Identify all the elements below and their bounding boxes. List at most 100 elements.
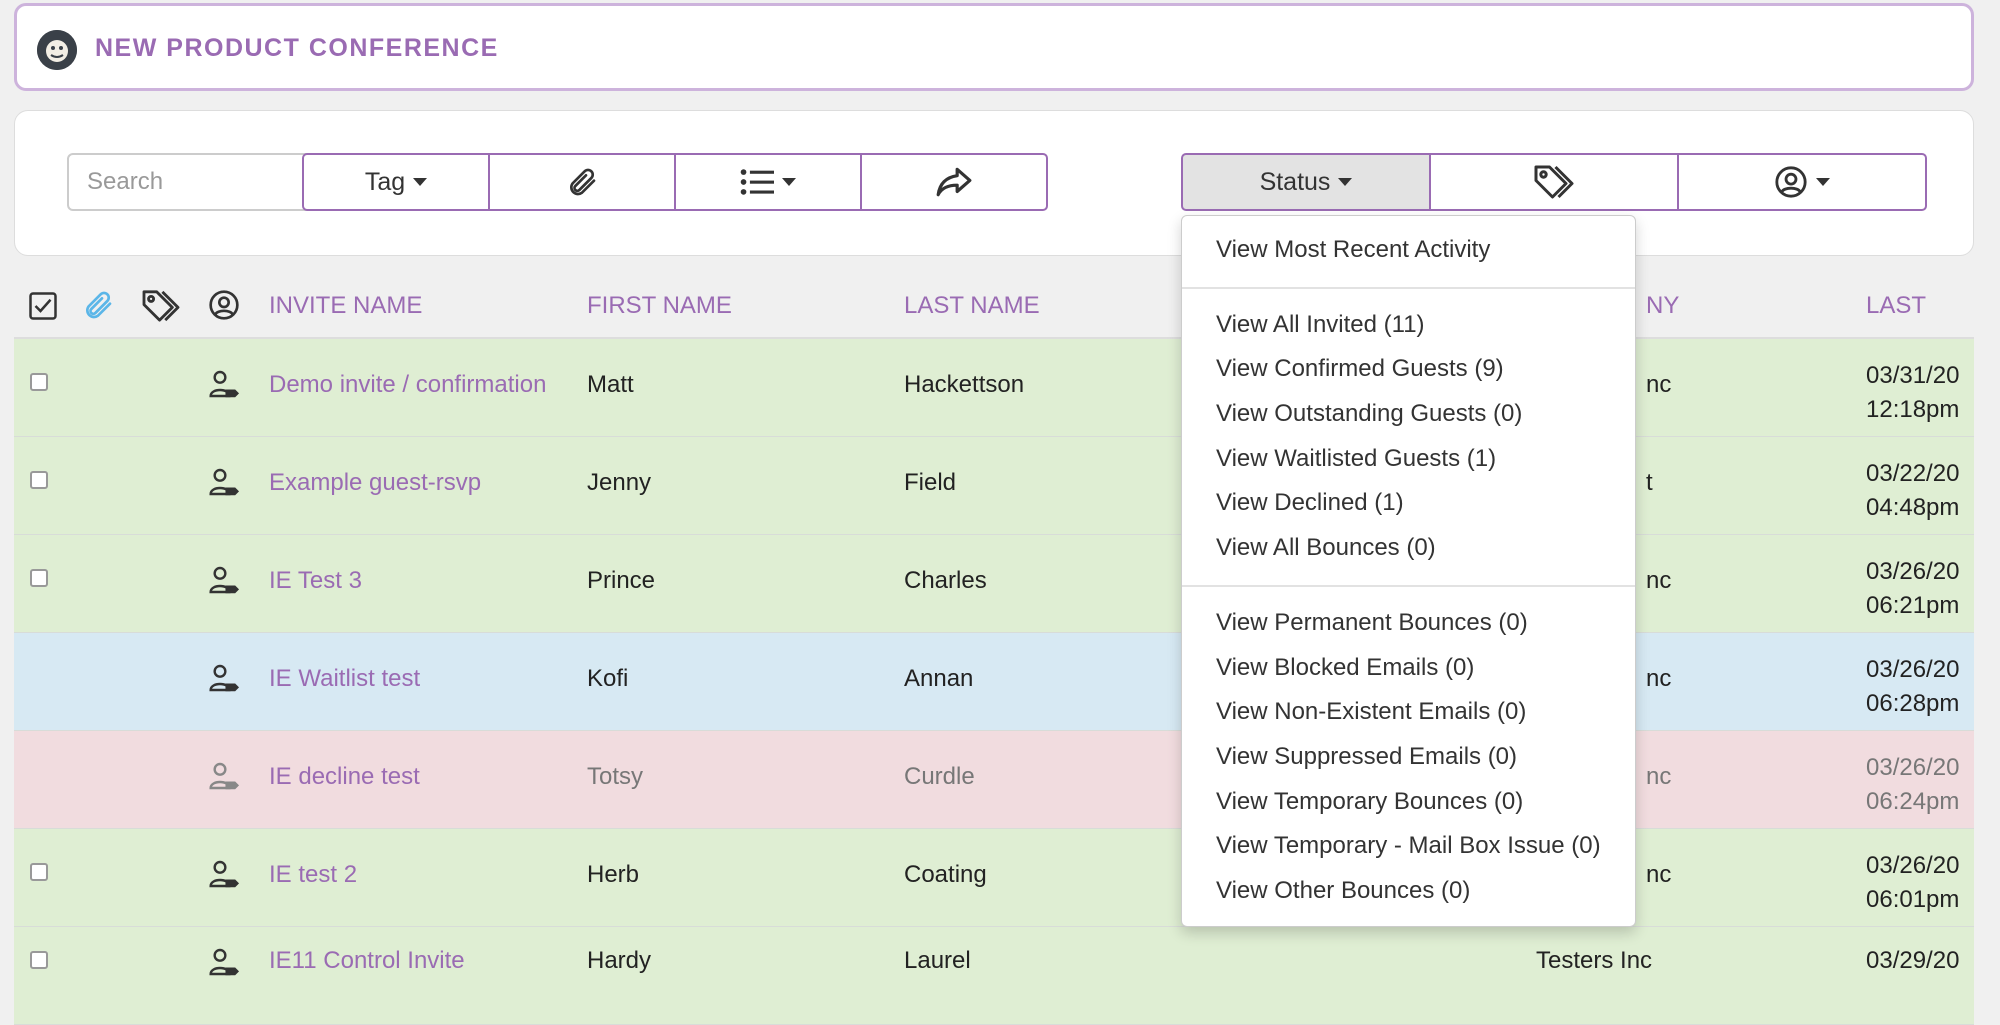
menu-item-all-bounces[interactable]: View All Bounces (0) <box>1182 526 1635 571</box>
select-all-checkbox[interactable] <box>28 291 58 326</box>
first-name: Jenny <box>587 469 652 496</box>
invite-name[interactable]: IE decline test <box>269 763 420 791</box>
last-activity: 03/26/20 06:28pm <box>1866 653 1959 721</box>
last-activity-date: 03/22/20 <box>1866 460 1960 487</box>
guest-user-icon <box>209 468 240 496</box>
guest-user-icon <box>209 566 240 594</box>
last-activity: 03/22/20 04:48pm <box>1866 457 1959 525</box>
last-activity-time: 06:21pm <box>1866 592 1960 619</box>
menu-item-temporary-bounces[interactable]: View Temporary Bounces (0) <box>1182 780 1635 825</box>
company: Testers Inc <box>1536 947 1653 974</box>
attachment-column-header[interactable] <box>82 289 114 326</box>
last-name: Field <box>904 469 957 496</box>
monkey-logo-icon <box>37 30 77 70</box>
last-name: Curdle <box>904 763 975 790</box>
first-name: Matt <box>587 371 634 398</box>
last-activity: 03/26/20 06:24pm <box>1866 751 1959 819</box>
checkbox-checked-icon <box>29 292 57 320</box>
table-header: INVITE NAME FIRST NAME LAST NAME NY LAST <box>14 275 1974 339</box>
menu-item-non-existent-emails[interactable]: View Non-Existent Emails (0) <box>1182 690 1635 735</box>
tags-column-header[interactable] <box>140 289 182 328</box>
event-header: NEW PRODUCT CONFERENCE <box>14 3 1974 91</box>
table-row[interactable]: IE Test 3 Prince Charles nc 03/26/20 06:2… <box>14 535 1974 633</box>
chevron-down-icon <box>1816 178 1830 186</box>
last-activity-time: 12:18pm <box>1866 396 1960 423</box>
invite-name[interactable]: Example guest-rsvp <box>269 469 481 497</box>
last-name: Coating <box>904 861 987 888</box>
table-row[interactable]: Demo invite / confirmation Matt Hacketts… <box>14 339 1974 437</box>
paperclip-icon <box>86 291 112 319</box>
company: t <box>1646 469 1653 496</box>
invite-name[interactable]: IE Waitlist test <box>269 665 420 693</box>
guest-user-icon <box>209 948 240 976</box>
column-header-last[interactable]: LAST <box>1866 292 1926 320</box>
share-arrow-icon <box>936 167 972 197</box>
company: nc <box>1646 371 1672 398</box>
menu-item-confirmed-guests[interactable]: View Confirmed Guests (9) <box>1182 347 1635 392</box>
menu-item-most-recent-activity[interactable]: View Most Recent Activity <box>1182 228 1635 273</box>
invite-name[interactable]: IE11 Control Invite <box>269 947 465 975</box>
row-checkbox[interactable] <box>30 569 48 587</box>
user-circle-icon <box>1775 166 1807 198</box>
tag-dropdown-button[interactable]: Tag <box>302 153 490 211</box>
column-header-first-name[interactable]: FIRST NAME <box>587 292 732 320</box>
row-checkbox[interactable] <box>30 951 48 969</box>
table-row[interactable]: IE decline test Totsy Curdle nc 03/26/20… <box>14 731 1974 829</box>
invite-name[interactable]: IE test 2 <box>269 861 357 889</box>
guest-user-icon <box>209 762 240 790</box>
menu-item-declined[interactable]: View Declined (1) <box>1182 481 1635 526</box>
filter-button-group: Status <box>1181 153 1927 211</box>
menu-item-waitlisted-guests[interactable]: View Waitlisted Guests (1) <box>1182 437 1635 482</box>
first-name: Prince <box>587 567 656 594</box>
last-activity-date: 03/26/20 <box>1866 852 1960 879</box>
row-checkbox[interactable] <box>30 373 48 391</box>
page-title: NEW PRODUCT CONFERENCE <box>95 34 499 62</box>
row-checkbox[interactable] <box>30 471 48 489</box>
chevron-down-icon <box>413 178 428 186</box>
menu-item-other-bounces[interactable]: View Other Bounces (0) <box>1182 869 1635 914</box>
last-activity: 03/26/20 06:21pm <box>1866 555 1959 623</box>
row-checkbox[interactable] <box>30 863 48 881</box>
tags-icon <box>142 290 180 322</box>
last-activity-date: 03/26/20 <box>1866 754 1960 781</box>
tag-button-label: Tag <box>364 167 406 196</box>
status-dropdown-menu: View Most Recent Activity View All Invit… <box>1181 215 1636 927</box>
menu-item-blocked-emails[interactable]: View Blocked Emails (0) <box>1182 646 1635 691</box>
user-column-header[interactable] <box>208 289 240 326</box>
last-activity: 03/26/20 06:01pm <box>1866 849 1959 917</box>
last-activity-date: 03/31/20 <box>1866 362 1960 389</box>
last-name: Hackettson <box>904 371 1025 398</box>
first-name: Hardy <box>587 947 652 974</box>
last-activity: 03/31/20 12:18pm <box>1866 359 1959 427</box>
company: nc <box>1646 567 1672 594</box>
tags-filter-button[interactable] <box>1429 153 1679 211</box>
menu-item-outstanding-guests[interactable]: View Outstanding Guests (0) <box>1182 392 1635 437</box>
status-dropdown-button[interactable]: Status <box>1181 153 1431 211</box>
list-icon <box>740 169 774 195</box>
invite-name[interactable]: IE Test 3 <box>269 567 362 595</box>
menu-item-all-invited[interactable]: View All Invited (11) <box>1182 303 1635 348</box>
user-filter-button[interactable] <box>1677 153 1927 211</box>
menu-item-permanent-bounces[interactable]: View Permanent Bounces (0) <box>1182 601 1635 646</box>
menu-item-temporary-mailbox-issue[interactable]: View Temporary - Mail Box Issue (0) <box>1182 824 1635 869</box>
attachment-button[interactable] <box>488 153 676 211</box>
table-row[interactable]: Example guest-rsvp Jenny Field t 03/22/2… <box>14 437 1974 535</box>
first-name: Kofi <box>587 665 629 692</box>
table-row[interactable]: IE test 2 Herb Coating nc 03/26/20 06:01p… <box>14 829 1974 927</box>
search-input[interactable] <box>67 153 333 211</box>
table-row[interactable]: IE Waitlist test Kofi Annan nc 03/26/20 0… <box>14 633 1974 731</box>
column-header-last-name[interactable]: LAST NAME <box>904 292 1040 320</box>
share-button[interactable] <box>860 153 1048 211</box>
invite-name[interactable]: Demo invite / confirmation <box>269 371 546 399</box>
guest-user-icon <box>209 860 240 888</box>
menu-item-suppressed-emails[interactable]: View Suppressed Emails (0) <box>1182 735 1635 780</box>
company: nc <box>1646 763 1672 790</box>
toolbar: Tag Status <box>14 110 1974 256</box>
table-row[interactable]: IE11 Control Invite Hardy Laurel Testers… <box>14 927 1974 1025</box>
last-activity-time: 06:28pm <box>1866 690 1960 717</box>
list-dropdown-button[interactable] <box>674 153 862 211</box>
column-header-company[interactable]: NY <box>1646 292 1679 320</box>
company: nc <box>1646 665 1672 692</box>
menu-divider <box>1182 584 1635 587</box>
column-header-invite-name[interactable]: INVITE NAME <box>269 292 422 320</box>
